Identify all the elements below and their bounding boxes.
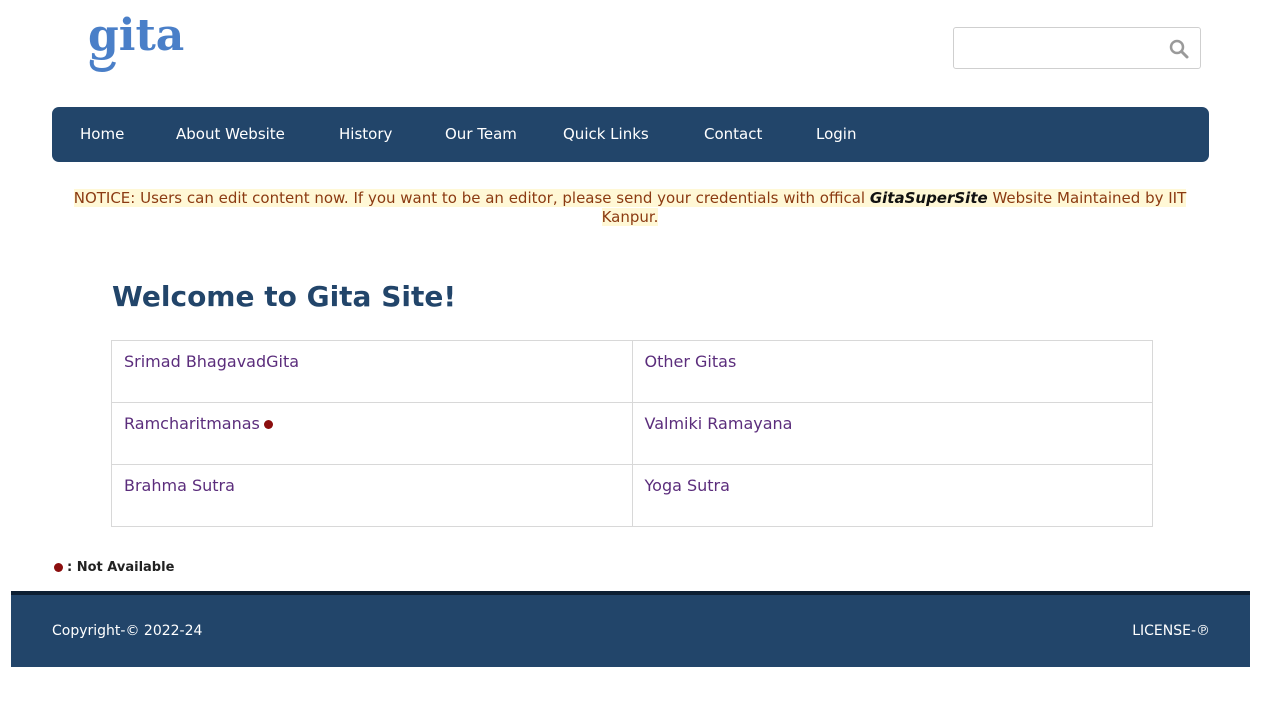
footer: Copyright-© 2022-24 LICENSE-℗ bbox=[11, 591, 1250, 667]
nav-contact[interactable]: Contact bbox=[704, 107, 762, 162]
search-box[interactable] bbox=[953, 27, 1201, 69]
main-nav: Home About Website History Our Team Quic… bbox=[52, 107, 1209, 162]
texts-table: Srimad BhagavadGita Other Gitas Ramchari… bbox=[111, 340, 1153, 527]
notice-prefix: NOTICE: Users can edit content now. If y… bbox=[73, 189, 870, 207]
table-row: Brahma Sutra Yoga Sutra bbox=[111, 464, 1153, 527]
notice-bold: GitaSuperSite bbox=[869, 189, 988, 207]
notice-banner: NOTICE: Users can edit content now. If y… bbox=[60, 189, 1200, 227]
not-available-dot-icon bbox=[54, 563, 63, 572]
link-srimad-bhagavadgita[interactable]: Srimad BhagavadGita bbox=[124, 352, 299, 371]
table-row: Srimad BhagavadGita Other Gitas bbox=[111, 340, 1153, 403]
not-available-dot-icon bbox=[263, 420, 273, 429]
nav-history[interactable]: History bbox=[339, 107, 392, 162]
link-other-gitas[interactable]: Other Gitas bbox=[645, 352, 737, 371]
table-cell: Srimad BhagavadGita bbox=[111, 340, 633, 403]
nav-home[interactable]: Home bbox=[80, 107, 124, 162]
table-cell: Valmiki Ramayana bbox=[631, 402, 1153, 465]
table-cell: Yoga Sutra bbox=[631, 464, 1153, 527]
link-valmiki-ramayana[interactable]: Valmiki Ramayana bbox=[645, 414, 793, 433]
legend-label: : Not Available bbox=[67, 560, 175, 575]
copyright-text: Copyright-© 2022-24 bbox=[52, 623, 203, 639]
table-cell: Brahma Sutra bbox=[111, 464, 633, 527]
table-cell: Other Gitas bbox=[631, 340, 1153, 403]
nav-quick-links[interactable]: Quick Links bbox=[563, 107, 649, 162]
table-row: Ramcharitmanas Valmiki Ramayana bbox=[111, 402, 1153, 465]
link-brahma-sutra[interactable]: Brahma Sutra bbox=[124, 476, 235, 495]
link-ramcharitmanas[interactable]: Ramcharitmanas bbox=[124, 414, 260, 433]
availability-legend: : Not Available bbox=[54, 560, 174, 575]
link-yoga-sutra[interactable]: Yoga Sutra bbox=[645, 476, 730, 495]
gita-logo[interactable]: gita bbox=[84, 8, 184, 74]
table-cell: Ramcharitmanas bbox=[111, 402, 633, 465]
search-input[interactable] bbox=[964, 28, 1168, 68]
logo-text: gita bbox=[88, 10, 184, 61]
license-link[interactable]: LICENSE-℗ bbox=[1132, 623, 1210, 639]
nav-about-website[interactable]: About Website bbox=[176, 107, 285, 162]
page-title: Welcome to Gita Site! bbox=[112, 280, 457, 313]
nav-login[interactable]: Login bbox=[816, 107, 856, 162]
nav-our-team[interactable]: Our Team bbox=[445, 107, 517, 162]
search-icon[interactable] bbox=[1168, 38, 1190, 60]
